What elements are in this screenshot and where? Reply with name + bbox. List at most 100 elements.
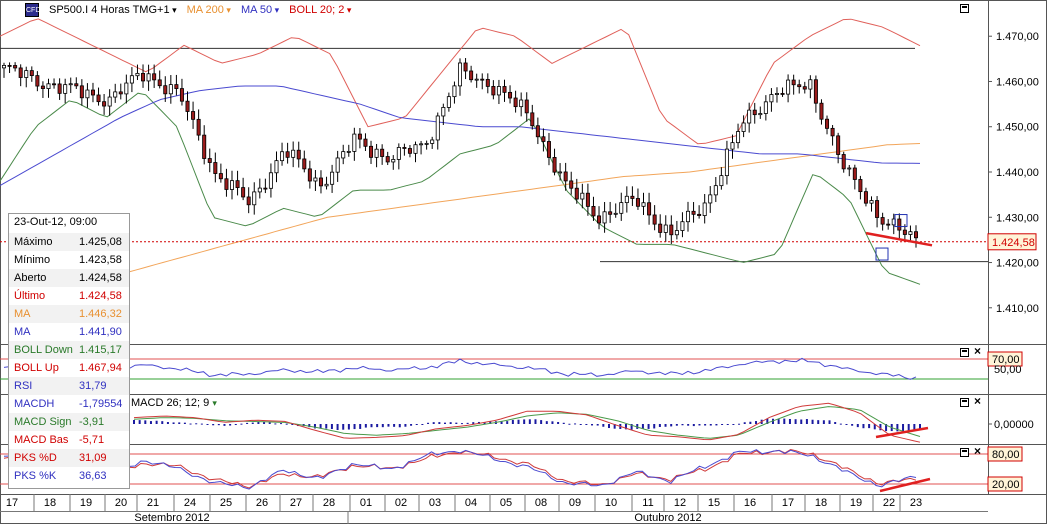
macd-histogram-bar [856,424,859,428]
candle-up [580,192,585,200]
candle-up [419,143,424,146]
macd-histogram-bar [438,422,441,424]
macd-histogram-bar [449,422,452,424]
infobox-row: PKS %D 31,09 [9,449,129,467]
x-day-label: 03 [429,497,441,509]
macd-histogram-bar [721,424,724,425]
x-day-label: 24 [184,497,196,509]
candle-down [780,93,785,95]
y-tick-label: 1.410,00 [996,303,1039,315]
macd-histogram-bar [574,423,577,425]
candle-up [46,83,51,89]
close-pks-panel-icon[interactable]: × [974,445,981,457]
close-macd-panel-icon[interactable]: × [974,395,981,407]
macd-histogram-bar [161,421,164,424]
candle-up [774,93,779,95]
candle-down [213,162,218,174]
infobox-row: Mínimo 1.423,58 [9,251,129,269]
maximize-rsi-panel-button[interactable] [960,348,969,357]
macd-histogram-bar [528,419,531,424]
macd-histogram-bar [138,420,141,424]
candle-down [302,158,307,170]
boll-indicator-label[interactable]: BOLL 20; 2 [289,4,351,16]
candle-up [324,183,329,187]
rsi-line [3,357,917,380]
chart-canvas[interactable]: 1.470,00 1.460,00 1.450,00 1.440,00 1.430,00… [0,0,1047,524]
infobox-label: MACD Sign [14,416,72,428]
maximize-main-panel-button[interactable] [960,4,969,13]
candle-down [407,148,412,154]
candle-up [330,171,335,185]
candle-down [196,118,201,136]
macd-histogram-bar [206,424,209,425]
macd-indicator-label[interactable]: MACD 26; 12; 9 ▾ [131,397,217,409]
candle-down [836,135,841,155]
candle-down [574,187,579,200]
candle-up [786,79,791,95]
candle-down [118,91,123,95]
candle-up [124,82,129,95]
candle-up [474,78,479,81]
timeframe-label[interactable]: 4 Horas TMG+1 [91,4,176,16]
macd-histogram-bar [460,423,463,425]
macd-histogram-bar [907,424,910,431]
maximize-pks-panel-button[interactable] [960,448,969,457]
candle-down [402,147,407,149]
candle-down [791,79,796,86]
infobox-value: 31,09 [79,452,107,464]
candle-up [257,187,262,193]
candle-down [57,83,62,94]
macd-histogram-bar [822,420,825,424]
x-day-label: 21 [147,497,159,509]
macd-histogram-bar [229,424,232,426]
candle-down [74,83,79,87]
macd-histogram-bar [709,424,712,426]
candle-down [13,65,18,69]
candle-down [880,217,885,225]
macd-histogram-bar [398,424,401,428]
y-tick-label: 1.420,00 [996,258,1039,270]
infobox-label: PKS %K [14,470,57,482]
infobox-label: Mínimo [14,254,51,266]
macd-histogram-bar [370,424,373,428]
pks-divergence-line [879,477,931,493]
candle-up [313,177,318,182]
macd-histogram-bar [353,424,356,430]
candle-down [385,156,390,163]
infobox-row: MACD Sign -3,91 [9,413,129,431]
candle-down [174,84,179,89]
candle-down [363,138,368,147]
symbol-selector[interactable]: SP500.I 4 Horas TMG+1 [49,4,177,16]
ma200-indicator-label[interactable]: MA 200 [187,4,231,16]
candle-down [752,109,757,116]
macd-histogram-bar [658,424,661,427]
infobox-row: Máximo 1.425,08 [9,233,129,251]
macd-histogram-bar [851,424,854,426]
maximize-macd-panel-button[interactable] [960,398,969,407]
macd-histogram-bar [285,423,288,425]
candle-down [902,229,907,235]
macd-histogram-bar [246,422,249,424]
candle-down [296,149,301,160]
candle-down [508,91,513,99]
candle-down [552,157,557,173]
macd-histogram-bar [511,419,514,424]
macd-histogram-bar [811,419,814,424]
candle-up [280,151,285,162]
macd-histogram-bar [393,424,396,427]
y-tick-label: 1.430,00 [996,212,1039,224]
candle-up [869,200,874,204]
macd-histogram-bar [523,419,526,424]
candle-up [352,133,357,152]
macd-histogram-bar [868,424,871,429]
x-day-label: 15 [708,497,720,509]
candle-down [863,191,868,204]
macd-histogram-bar [455,422,458,424]
close-rsi-panel-icon[interactable]: × [974,345,981,357]
candle-up [63,84,68,94]
macd-histogram-bar [387,424,390,427]
candle-down [886,223,891,226]
candle-up [736,131,741,144]
candle-up [129,75,134,84]
ma50-indicator-label[interactable]: MA 50 [241,4,279,16]
